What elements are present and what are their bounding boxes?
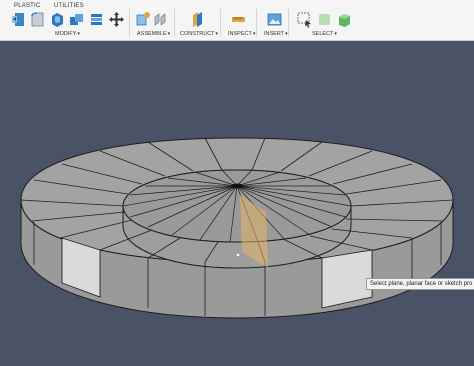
tab-plastic[interactable]: PLASTIC [14,3,40,9]
toolbar-separator [174,9,175,37]
center-hole [231,183,243,189]
inspect-group-label[interactable]: INSPECT▾ [228,31,255,37]
toolbar-separator [288,9,289,37]
new-component-icon[interactable] [134,11,151,28]
washer-model[interactable] [20,137,454,319]
window-select-icon[interactable] [296,11,313,28]
toolbar-separator [220,9,221,37]
joint-icon[interactable] [152,11,169,28]
align-icon[interactable] [88,11,105,28]
select-priority-icon[interactable] [336,11,353,28]
insert-group-label[interactable]: INSERT▾ [264,31,288,37]
3d-viewport[interactable] [0,41,474,366]
measure-icon[interactable] [230,11,247,28]
inner-boss-top-face[interactable] [122,169,352,243]
offset-plane-icon[interactable] [189,11,206,28]
tab-utilities[interactable]: UTILITIES [54,3,84,9]
tooltip: Select plane, planar face or sketch pro [366,278,474,290]
paint-select-icon[interactable] [316,11,333,28]
select-group-label[interactable]: SELECT▾ [312,31,337,37]
shell-icon[interactable] [49,11,66,28]
fillet-icon[interactable] [29,11,46,28]
origin-point [235,252,241,258]
combine-icon[interactable] [68,11,85,28]
modify-group-label[interactable]: MODIFY▾ [55,31,80,37]
toolbar-separator [129,9,130,37]
press-pull-icon[interactable] [10,11,27,28]
move-icon[interactable] [108,11,125,28]
construct-group-label[interactable]: CONSTRUCT▾ [180,31,218,37]
insert-image-icon[interactable] [266,11,283,28]
model-canvas[interactable] [0,41,474,366]
assemble-group-label[interactable]: ASSEMBLE▾ [137,31,170,37]
toolbar: PLASTIC UTILITIES MODIFY▾ ASSEMBLE▾ CONS… [0,0,474,41]
toolbar-separator [256,9,257,37]
